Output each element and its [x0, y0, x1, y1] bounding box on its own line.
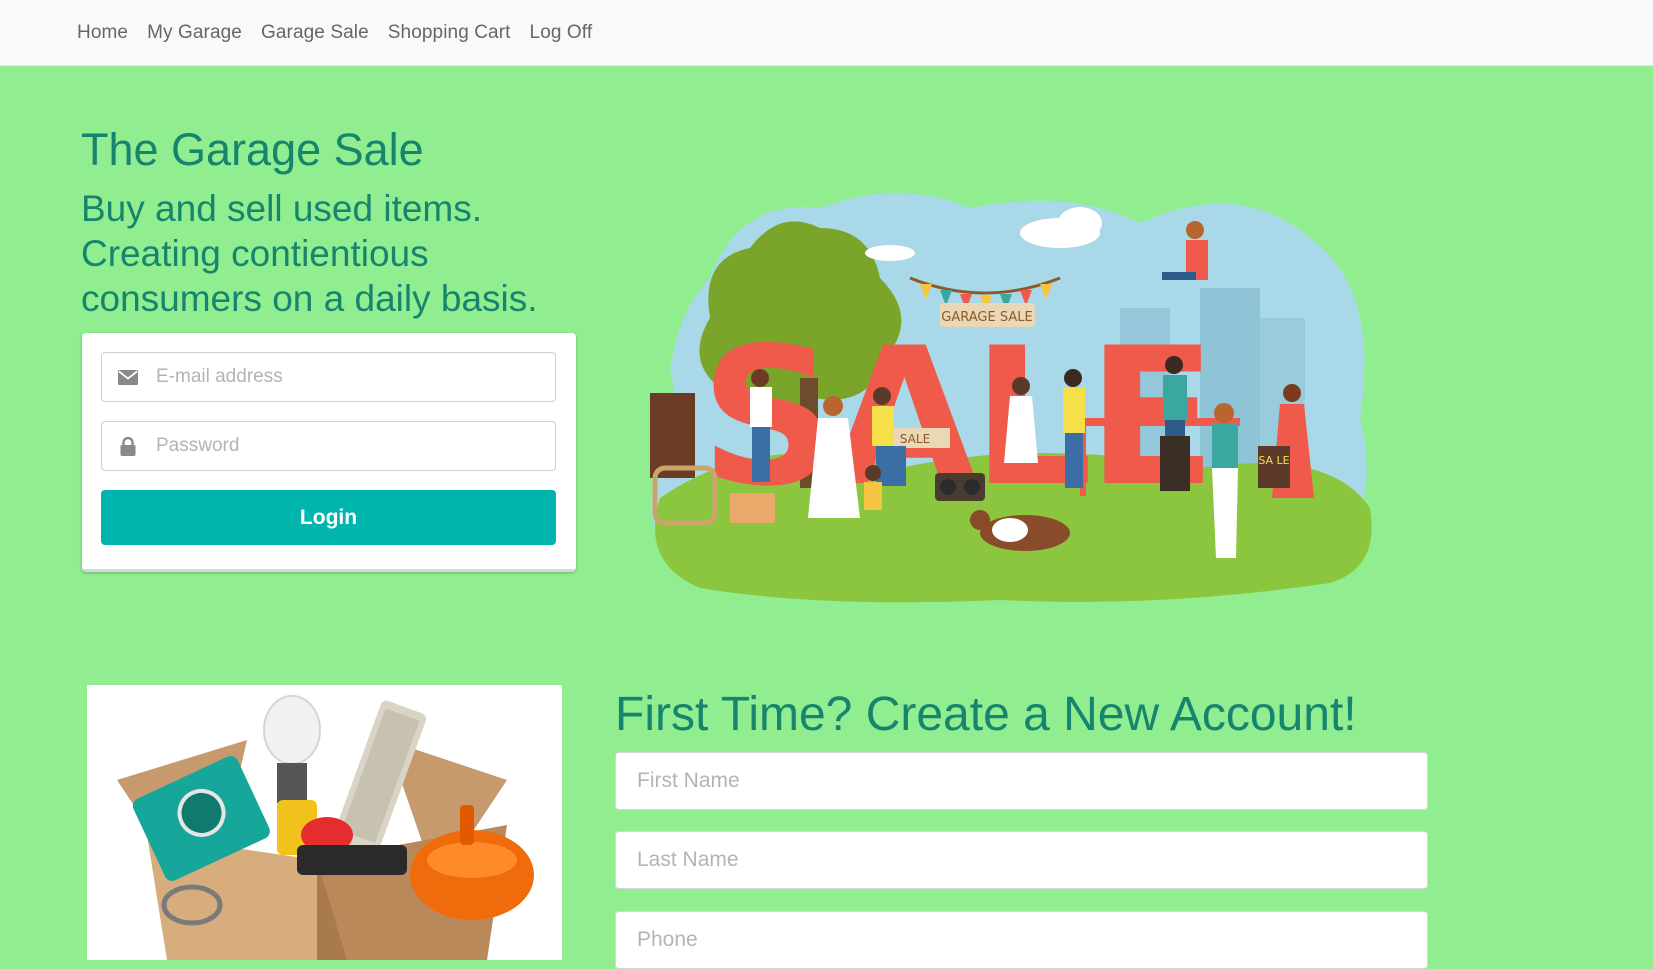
email-input[interactable] — [154, 365, 538, 389]
signup-title: First Time? Create a New Account! — [615, 688, 1357, 741]
last-name-input[interactable] — [615, 831, 1428, 889]
svg-text:SA LE: SA LE — [1258, 454, 1289, 467]
box-of-items-image — [87, 685, 562, 960]
nav-garage-sale-link[interactable]: Garage Sale — [261, 22, 369, 44]
phone-input[interactable] — [615, 911, 1428, 969]
login-button[interactable]: Login — [101, 490, 556, 545]
password-input[interactable] — [154, 434, 538, 458]
page-subtitle: Buy and sell used items. Creating contie… — [81, 188, 538, 319]
garage-sale-illustration: SALE GARAGE SALE SALE SA LE — [650, 193, 1372, 603]
lock-icon — [102, 436, 154, 456]
email-field[interactable] — [101, 352, 556, 402]
page-title: The Garage Sale — [81, 124, 424, 175]
svg-text:SALE: SALE — [900, 432, 930, 446]
password-field[interactable] — [101, 421, 556, 471]
first-name-input[interactable] — [615, 752, 1428, 810]
svg-text:GARAGE SALE: GARAGE SALE — [941, 310, 1032, 325]
nav-log-off-link[interactable]: Log Off — [530, 22, 593, 44]
envelope-icon — [102, 369, 154, 385]
nav-my-garage-link[interactable]: My Garage — [147, 22, 242, 44]
nav-shopping-cart-link[interactable]: Shopping Cart — [388, 22, 511, 44]
top-navbar: Home My Garage Garage Sale Shopping Cart… — [0, 0, 1653, 66]
nav-home-link[interactable]: Home — [77, 22, 128, 44]
login-card: Login — [82, 333, 576, 572]
